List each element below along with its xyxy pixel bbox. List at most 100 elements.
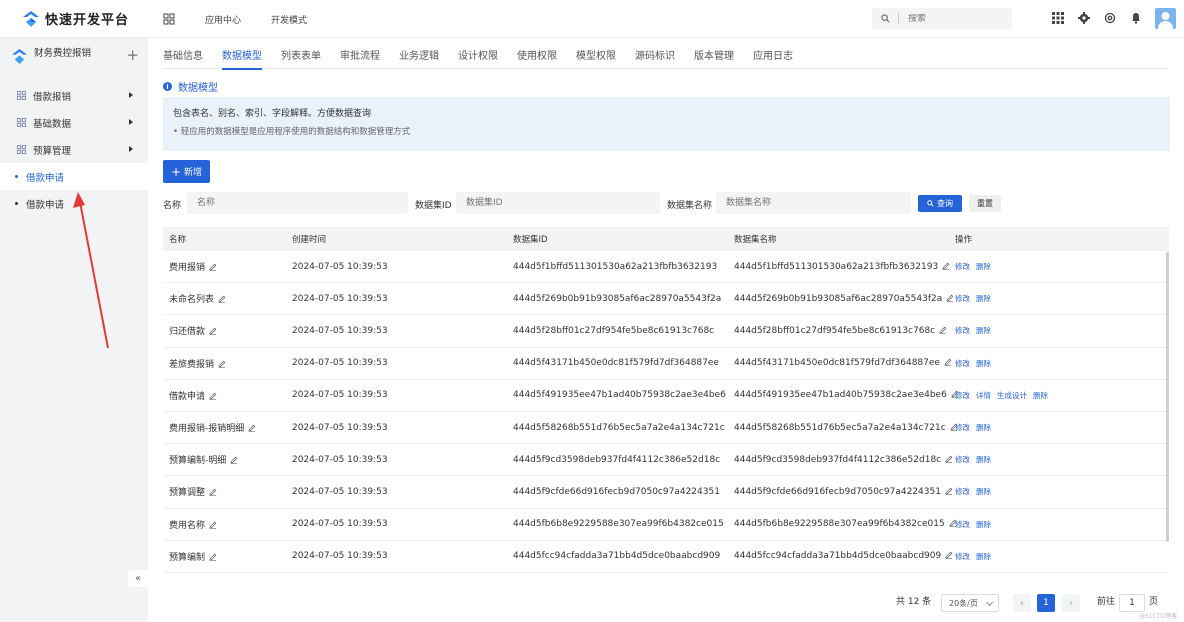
row-action-link[interactable]: 修改 <box>955 390 970 401</box>
nav-app-center[interactable]: 应用中心 <box>205 13 241 26</box>
apps-icon[interactable] <box>1052 12 1065 25</box>
reset-button[interactable]: 重置 <box>969 195 1001 212</box>
edit-icon[interactable] <box>218 360 226 368</box>
cell-created: 2024-07-05 10:39:53 <box>292 261 388 272</box>
edit-icon[interactable] <box>230 456 238 465</box>
cell-dataset-name-text: 444d5fb6b8e9229588e307ea99f6b4382ce015 <box>734 519 945 530</box>
bullet-icon <box>15 202 18 205</box>
tab-basic-info[interactable]: 基础信息 <box>163 38 203 69</box>
watermark: @51CTO博客 <box>1139 613 1178 620</box>
col-created: 创建时间 <box>292 235 327 245</box>
cell-name: 费用报销-报销明细 <box>163 421 286 434</box>
row-action-link[interactable]: 删除 <box>976 293 991 304</box>
add-button[interactable]: + 新增 <box>163 160 210 183</box>
chevron-down-icon <box>985 598 994 607</box>
tab-business-logic[interactable]: 业务逻辑 <box>399 38 439 69</box>
page-size-select[interactable]: 20条/页 <box>941 594 999 612</box>
bell-icon[interactable] <box>1130 12 1143 25</box>
sidebar-item-loan-apply-active[interactable]: 借款申请 <box>0 163 148 190</box>
gear-icon[interactable] <box>1078 12 1091 25</box>
cell-name: 费用名称 <box>163 518 286 531</box>
tab-app-log[interactable]: 应用日志 <box>753 38 793 69</box>
sidebar-item-loan-reimburse[interactable]: 借款报销 <box>0 82 148 109</box>
row-action-link[interactable]: 删除 <box>976 358 991 369</box>
dataset-id-filter-input[interactable] <box>456 192 660 214</box>
cell-dataset-name-text: 444d5f9cd3598deb937fd4f4112c386e52d18c <box>734 454 942 465</box>
sidebar-item-loan-apply[interactable]: 借款申请 <box>0 190 148 217</box>
row-action-link[interactable]: 修改 <box>955 293 970 304</box>
query-button[interactable]: 查询 <box>918 195 962 212</box>
row-action-link[interactable]: 删除 <box>976 325 991 336</box>
table-scrollbar[interactable] <box>1166 252 1169 542</box>
row-action-link[interactable]: 删除 <box>976 261 991 272</box>
tab-list-form[interactable]: 列表表单 <box>281 38 321 69</box>
sidebar-item-budget[interactable]: 预算管理 <box>0 136 148 163</box>
search-separator <box>898 13 899 24</box>
goto-page-input[interactable]: 1 <box>1119 594 1145 612</box>
tab-design-permission[interactable]: 设计权限 <box>458 38 498 69</box>
edit-icon[interactable] <box>209 553 217 561</box>
tab-data-model[interactable]: 数据模型 <box>222 38 262 70</box>
col-dataset-name: 数据集名称 <box>734 235 777 245</box>
row-action-link[interactable]: 删除 <box>976 454 991 465</box>
name-filter-input[interactable] <box>187 192 408 214</box>
add-menu-button[interactable]: + <box>126 48 139 63</box>
tab-use-permission[interactable]: 使用权限 <box>517 38 557 69</box>
row-action-link[interactable]: 修改 <box>955 519 970 530</box>
search-input[interactable] <box>908 13 988 24</box>
row-action-link[interactable]: 删除 <box>1033 390 1048 401</box>
edit-icon[interactable] <box>209 327 217 336</box>
row-action-link[interactable]: 修改 <box>955 261 970 272</box>
col-dataset-id: 数据集ID <box>513 235 548 245</box>
sidebar-item-label: 预算管理 <box>33 145 72 157</box>
cell-actions: 修改 删除 <box>949 325 1169 336</box>
caret-right-icon <box>129 146 133 152</box>
page-1-button[interactable]: 1 <box>1037 594 1055 612</box>
tab-source-id[interactable]: 源码标识 <box>635 38 675 69</box>
row-action-link[interactable]: 删除 <box>976 551 991 562</box>
row-action-link[interactable]: 修改 <box>955 422 970 433</box>
dataset-name-filter-label: 数据集名称 <box>667 201 713 211</box>
user-icon <box>1158 12 1173 29</box>
row-action-link[interactable]: 修改 <box>955 325 970 336</box>
row-action-link[interactable]: 删除 <box>976 486 991 497</box>
table-row: 未命名列表 2024-07-05 10:39:53 444d5f269b0b91b9… <box>163 283 1169 316</box>
edit-icon[interactable] <box>218 295 226 304</box>
collapse-sidebar-button[interactable]: « <box>128 570 148 587</box>
dataset-name-filter-input[interactable] <box>716 192 911 214</box>
cell-dataset-name: 444d5f43171b450e0dc81f579fd7df364887ee <box>728 358 952 368</box>
user-avatar[interactable] <box>1155 8 1176 29</box>
tab-version[interactable]: 版本管理 <box>694 38 734 69</box>
edit-icon[interactable] <box>209 392 217 400</box>
row-action-link[interactable]: 修改 <box>955 358 970 369</box>
edit-icon[interactable] <box>939 326 947 334</box>
row-action-link[interactable]: 删除 <box>976 519 991 530</box>
row-action-link[interactable]: 修改 <box>955 551 970 562</box>
top-icons <box>1052 12 1143 25</box>
row-action-link[interactable]: 修改 <box>955 486 970 497</box>
tab-model-permission[interactable]: 模型权限 <box>576 38 616 69</box>
logo[interactable]: 快速开发平台 <box>22 9 129 28</box>
row-action-link[interactable]: 删除 <box>976 422 991 433</box>
cell-dataset-id: 444d5f269b0b91b93085af6ac28970a5543f2a <box>513 293 722 304</box>
bullet-icon <box>15 175 18 178</box>
settings-icon[interactable] <box>1104 12 1117 25</box>
app-grid-icon[interactable] <box>163 13 175 25</box>
prev-page-button[interactable]: ‹ <box>1013 594 1031 612</box>
edit-icon[interactable] <box>209 488 217 497</box>
row-action-link[interactable]: 修改 <box>955 454 970 465</box>
edit-icon[interactable] <box>248 424 256 432</box>
cell-dataset-id: 444d5f43171b450e0dc81f579fd7df364887ee <box>513 358 719 369</box>
edit-icon[interactable] <box>209 263 217 271</box>
cell-created: 2024-07-05 10:39:53 <box>292 454 388 465</box>
cell-dataset-id: 444d5f58268b551d76b5ec5a7a2e4a134c721c <box>513 422 725 433</box>
nav-dev-mode[interactable]: 开发模式 <box>271 13 307 26</box>
sidebar-item-base-data[interactable]: 基础数据 <box>0 109 148 136</box>
cell-dataset-name: 444d5fcc94cfadda3a71bb4d5dce0baabcd909 <box>728 551 953 561</box>
row-action-link[interactable]: 生成设计 <box>997 390 1027 401</box>
tab-approval-flow[interactable]: 审批流程 <box>340 38 380 69</box>
next-page-button[interactable]: › <box>1062 594 1080 612</box>
edit-icon[interactable] <box>209 521 217 529</box>
top-nav: 应用中心 开发模式 <box>205 13 307 26</box>
row-action-link[interactable]: 详情 <box>976 390 991 401</box>
